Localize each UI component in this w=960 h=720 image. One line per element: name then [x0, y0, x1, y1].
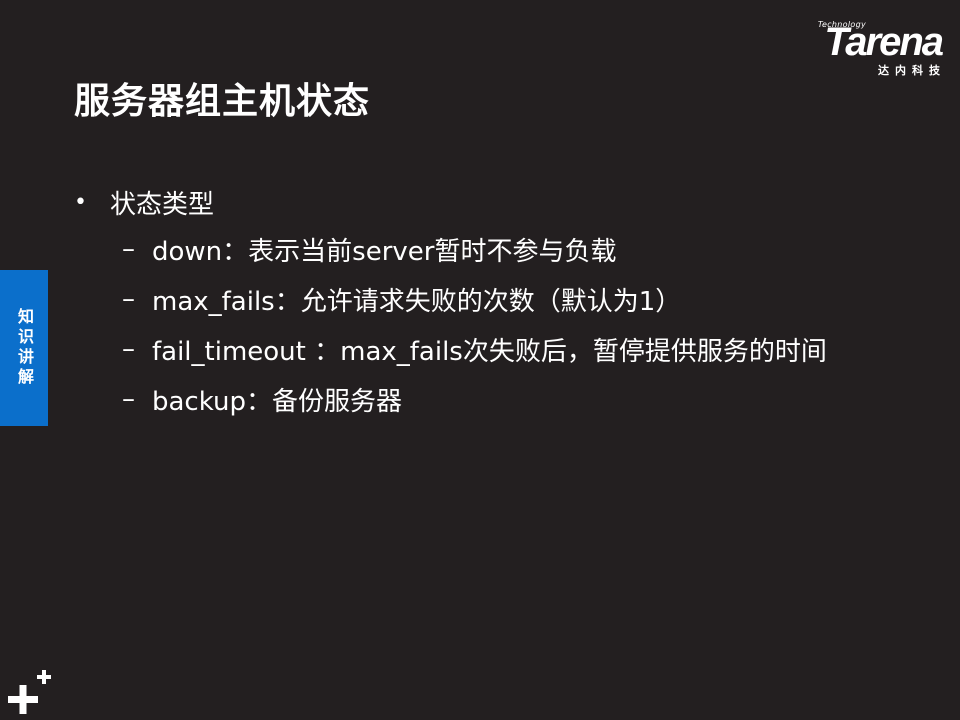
sub-item-text: backup：备份服务器 [152, 386, 402, 417]
sub-item: – down：表示当前server暂时不参与负载 [122, 224, 827, 274]
section-tab: 知识讲解 [0, 270, 48, 426]
dash-icon: – [122, 334, 135, 364]
sub-item: – max_fails：允许请求失败的次数（默认为1） [122, 274, 827, 324]
bullet-item: • 状态类型 [74, 180, 827, 224]
logo-tagline: Technology [817, 20, 866, 29]
sub-item: – fail_timeout ：max_fails次失败后，暂停提供服务的时间 [122, 324, 827, 374]
bullet-text: 状态类型 [110, 189, 215, 220]
dash-icon: – [122, 234, 135, 264]
plus-logo-icon [8, 670, 51, 714]
sub-item-text: max_fails：允许请求失败的次数（默认为1） [152, 286, 682, 317]
slide-content: • 状态类型 – down：表示当前server暂时不参与负载 – max_fa… [74, 180, 827, 424]
sub-item-text: down：表示当前server暂时不参与负载 [152, 236, 617, 267]
logo-chinese-name: 达内科技 [878, 64, 946, 77]
section-tab-label: 知识讲解 [15, 308, 34, 388]
sub-item: – backup：备份服务器 [122, 374, 827, 424]
dash-icon: – [122, 384, 135, 414]
slide-title: 服务器组主机状态 [74, 81, 371, 122]
tarena-logo: Technology Tarena 达内科技 [782, 20, 944, 78]
bullet-icon: • [74, 189, 87, 215]
sub-item-text: fail_timeout ：max_fails次失败后，暂停提供服务的时间 [152, 336, 827, 367]
dash-icon: – [122, 284, 135, 314]
